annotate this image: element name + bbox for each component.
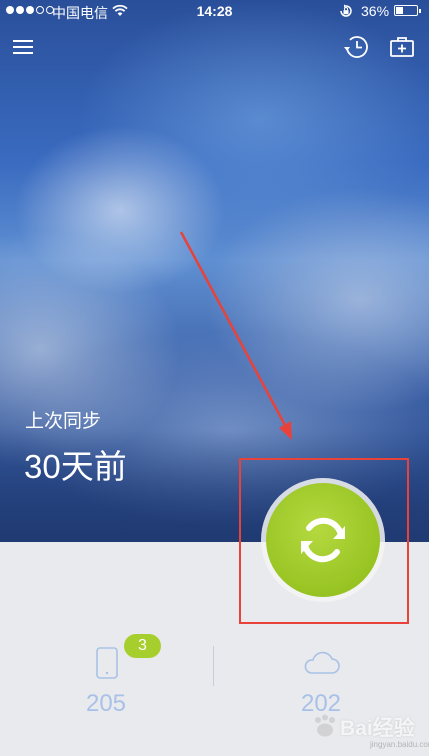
battery-percent: 36%: [361, 3, 390, 19]
watermark-text: Bai经验: [340, 717, 415, 740]
rotation-lock-icon: [340, 4, 352, 17]
menu-button[interactable]: [10, 32, 40, 62]
cloud-icon: [304, 651, 340, 674]
stats-divider: [213, 646, 214, 686]
status-bar: 中国电信 14:28 36%: [0, 0, 429, 24]
phone-icon: [96, 647, 118, 679]
watermark-url: jingyan.baidu.com: [370, 740, 429, 749]
highlight-box: [239, 458, 409, 624]
last-sync-label: 上次同步: [25, 411, 102, 432]
history-clock-icon: [344, 36, 368, 58]
paw-logo-icon: [315, 714, 335, 737]
phone-count: 205: [85, 690, 127, 717]
battery-icon: [394, 5, 421, 16]
last-sync-value: 30天前: [24, 448, 127, 485]
new-contacts-badge: 3: [124, 634, 161, 658]
baidu-jingyan-watermark: Bai经验 jingyan.baidu.com: [310, 708, 429, 752]
history-button[interactable]: [341, 32, 371, 62]
toolkit-button[interactable]: [387, 32, 417, 62]
hamburger-menu-icon: [13, 40, 33, 54]
toolkit-case-icon: [390, 37, 414, 57]
